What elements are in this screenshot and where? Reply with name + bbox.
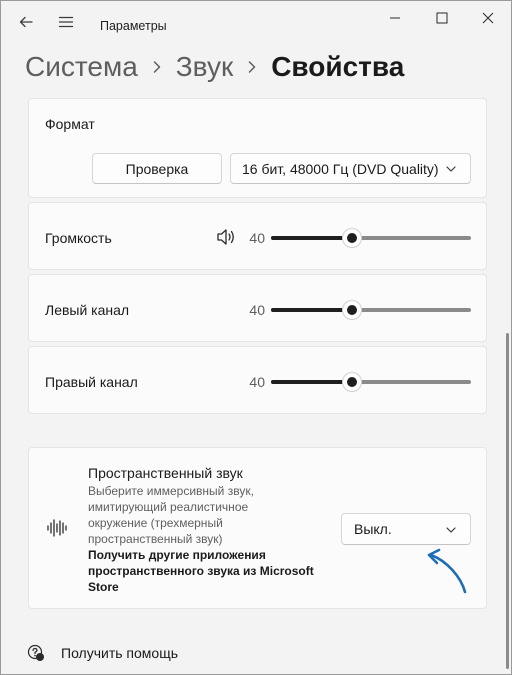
left-channel-label: Левый канал <box>45 302 130 318</box>
menu-button[interactable] <box>51 7 81 37</box>
format-dropdown-value: 16 бит, 48000 Гц (DVD Quality) <box>242 160 439 177</box>
chevron-right-icon <box>247 60 257 74</box>
app-title: Параметры <box>100 19 167 33</box>
minimize-button[interactable] <box>372 1 418 35</box>
breadcrumb: Система Звук Свойства <box>25 47 404 87</box>
test-button[interactable]: Проверка <box>92 153 222 184</box>
breadcrumb-item-sound[interactable]: Звук <box>176 51 233 83</box>
chevron-right-icon <box>152 60 162 74</box>
annotation-arrow-icon <box>425 547 471 600</box>
right-channel-slider-thumb[interactable] <box>342 372 362 392</box>
scrollbar[interactable] <box>506 333 509 669</box>
waveform-icon <box>46 518 68 543</box>
volume-value: 40 <box>249 230 265 246</box>
speaker-icon[interactable] <box>216 228 236 251</box>
volume-slider-thumb[interactable] <box>342 228 362 248</box>
left-channel-card: Левый канал 40 <box>28 274 487 342</box>
right-channel-label: Правый канал <box>45 374 138 390</box>
format-card: Формат Проверка 16 бит, 48000 Гц (DVD Qu… <box>28 98 487 198</box>
left-channel-slider-fill <box>271 308 353 312</box>
microsoft-store-link[interactable]: Получить другие приложения пространствен… <box>88 547 328 595</box>
help-icon <box>27 644 45 662</box>
back-arrow-icon <box>19 16 33 28</box>
close-button[interactable] <box>465 1 511 35</box>
volume-label: Громкость <box>45 230 112 246</box>
back-button[interactable] <box>11 7 41 37</box>
hamburger-icon <box>58 16 74 28</box>
volume-card: Громкость 40 <box>28 202 487 270</box>
help-link[interactable]: Получить помощь <box>27 641 178 665</box>
right-channel-card: Правый канал 40 <box>28 346 487 414</box>
spatial-sound-dropdown[interactable]: Выкл. <box>341 513 471 545</box>
maximize-button[interactable] <box>419 1 465 35</box>
minimize-icon <box>390 17 400 19</box>
right-channel-slider-fill <box>271 380 353 384</box>
chevron-down-icon <box>446 166 456 172</box>
close-icon <box>482 12 494 24</box>
maximize-icon <box>436 12 448 24</box>
left-channel-slider-thumb[interactable] <box>342 300 362 320</box>
title-bar: Параметры <box>1 1 511 45</box>
left-channel-value: 40 <box>249 302 265 318</box>
volume-slider-fill <box>271 236 353 240</box>
spatial-sound-description: Выберите иммерсивный звук, имитирующий р… <box>88 484 254 546</box>
chevron-down-icon <box>446 527 456 533</box>
right-channel-value: 40 <box>249 374 265 390</box>
spatial-sound-title: Пространственный звук <box>88 465 243 481</box>
format-dropdown[interactable]: 16 бит, 48000 Гц (DVD Quality) <box>230 153 471 184</box>
spatial-sound-card: Пространственный звук Выберите иммерсивн… <box>28 447 487 609</box>
breadcrumb-item-system[interactable]: Система <box>25 51 138 83</box>
help-label: Получить помощь <box>61 645 179 661</box>
settings-window: Параметры Система Звук Свойства Формат П… <box>0 0 512 675</box>
format-label: Формат <box>45 116 95 132</box>
page-title: Свойства <box>271 51 405 82</box>
spatial-sound-dropdown-value: Выкл. <box>354 521 392 537</box>
